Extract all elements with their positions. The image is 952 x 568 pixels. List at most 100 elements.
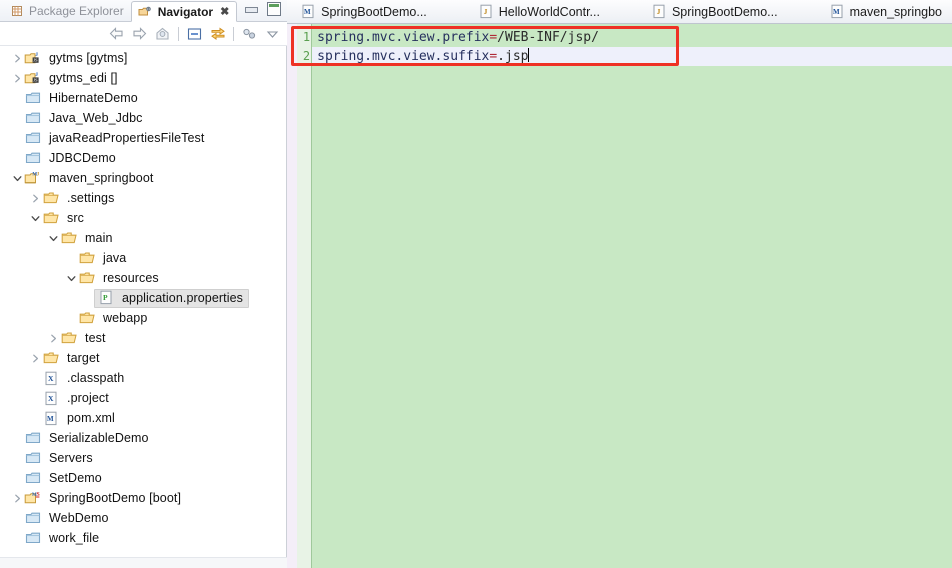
chevron-right-icon[interactable] bbox=[10, 68, 24, 88]
package-explorer-icon bbox=[10, 3, 23, 19]
tree-row-java[interactable]: java bbox=[0, 248, 286, 268]
tree-row-test[interactable]: test bbox=[0, 328, 286, 348]
tree-row-gytms-edi[interactable]: J JS gytms_edi [] bbox=[0, 68, 286, 88]
xml-file-icon: X bbox=[42, 370, 59, 386]
folder-icon bbox=[60, 230, 77, 246]
editor-tabbar: M SpringBootDemo... J HelloWorldContr... J Sp… bbox=[287, 0, 952, 24]
svg-text:J: J bbox=[657, 7, 661, 16]
tree-row-springbootdemo-boot[interactable]: M S SpringBootDemo [boot] bbox=[0, 488, 286, 508]
back-icon[interactable] bbox=[106, 24, 127, 43]
chevron-right-icon[interactable] bbox=[28, 348, 42, 368]
minimize-button[interactable] bbox=[244, 2, 259, 16]
twisty-placeholder bbox=[10, 108, 24, 128]
tree-item-content: J JS gytms [gytms] bbox=[24, 50, 127, 66]
tree-item-label: SetDemo bbox=[49, 471, 102, 485]
tree-item-content: main bbox=[60, 230, 113, 246]
tree-row-serializabledemo[interactable]: SerializableDemo bbox=[0, 428, 286, 448]
tree-horizontal-scrollbar[interactable] bbox=[0, 557, 288, 568]
tree-item-label: .settings bbox=[67, 191, 115, 205]
tree-item-label: java bbox=[103, 251, 127, 265]
editor-tab-2[interactable]: J SpringBootDemo... bbox=[644, 0, 788, 23]
chevron-right-icon[interactable] bbox=[10, 488, 24, 508]
tree-row-work-file[interactable]: work_file bbox=[0, 528, 286, 548]
tree-item-label: SpringBootDemo [boot] bbox=[49, 491, 182, 505]
twisty-placeholder bbox=[28, 368, 42, 388]
view-tab-navigator[interactable]: Navigator ✖ bbox=[130, 1, 238, 22]
text-caret bbox=[528, 48, 530, 62]
tree-item-label: Servers bbox=[49, 451, 93, 465]
twisty-placeholder bbox=[10, 468, 24, 488]
twisty-placeholder bbox=[64, 308, 78, 328]
chevron-down-icon[interactable] bbox=[262, 24, 283, 43]
twisty-placeholder bbox=[10, 528, 24, 548]
chevron-down-icon[interactable] bbox=[28, 208, 42, 228]
editor-tab-0[interactable]: M SpringBootDemo... bbox=[293, 0, 437, 23]
view-menu-icon[interactable] bbox=[239, 24, 260, 43]
tree-row-webapp[interactable]: webapp bbox=[0, 308, 286, 328]
tree-item-label: JDBCDemo bbox=[49, 151, 116, 165]
tree-row-project[interactable]: X .project bbox=[0, 388, 286, 408]
chevron-down-icon[interactable] bbox=[46, 228, 60, 248]
twisty-placeholder bbox=[10, 508, 24, 528]
tree-row-application-properties[interactable]: Papplication.properties bbox=[0, 288, 286, 308]
code-line-1[interactable]: spring.mvc.view.prefix=/WEB-INF/jsp/ bbox=[312, 28, 952, 47]
editor-body[interactable]: 12 spring.mvc.view.prefix=/WEB-INF/jsp/s… bbox=[287, 24, 952, 568]
code-text-area[interactable]: spring.mvc.view.prefix=/WEB-INF/jsp/spri… bbox=[312, 24, 952, 568]
folder-icon bbox=[60, 330, 77, 346]
code-line-2[interactable]: spring.mvc.view.suffix=.jsp bbox=[312, 47, 952, 66]
chevron-down-icon[interactable] bbox=[64, 268, 78, 288]
chevron-right-icon[interactable] bbox=[10, 48, 24, 68]
svg-text:J: J bbox=[483, 7, 487, 16]
editor-marker-gutter[interactable] bbox=[287, 24, 298, 568]
folder-icon bbox=[42, 210, 59, 226]
spring-project-icon: MS bbox=[24, 490, 41, 506]
tree-row-jdbcdemo[interactable]: JDBCDemo bbox=[0, 148, 286, 168]
tree-row-main[interactable]: main bbox=[0, 228, 286, 248]
home-icon[interactable] bbox=[152, 24, 173, 43]
tree-item-content: Servers bbox=[24, 450, 93, 466]
editor-tab-3[interactable]: Mmaven_springbo bbox=[822, 0, 952, 23]
link-with-editor-icon[interactable] bbox=[207, 24, 228, 43]
tree-row-javareadpropertiesfiletest[interactable]: javaReadPropertiesFileTest bbox=[0, 128, 286, 148]
tree-item-content: src bbox=[42, 210, 84, 226]
view-tab-package-explorer[interactable]: Package Explorer bbox=[4, 0, 131, 21]
chevron-down-icon[interactable] bbox=[10, 168, 24, 188]
tree-row-servers[interactable]: Servers bbox=[0, 448, 286, 468]
tree-row-settings[interactable]: .settings bbox=[0, 188, 286, 208]
tree-item-content: test bbox=[60, 330, 106, 346]
tree-row-hibernatedemo[interactable]: HibernateDemo bbox=[0, 88, 286, 108]
tree-row-java-web-jdbc[interactable]: Java_Web_Jdbc bbox=[0, 108, 286, 128]
forward-icon[interactable] bbox=[129, 24, 150, 43]
tree-item-label: resources bbox=[103, 271, 159, 285]
closed-project-icon bbox=[24, 130, 41, 146]
svg-text:J: J bbox=[37, 172, 40, 177]
chevron-right-icon[interactable] bbox=[28, 188, 42, 208]
tree-item-content: resources bbox=[78, 270, 159, 286]
view-window-buttons bbox=[244, 2, 282, 16]
tree-row-pom-xml[interactable]: Mpom.xml bbox=[0, 408, 286, 428]
tree-row-target[interactable]: target bbox=[0, 348, 286, 368]
tree-item-content: work_file bbox=[24, 530, 99, 546]
tree-row-setdemo[interactable]: SetDemo bbox=[0, 468, 286, 488]
tree-item-label: .classpath bbox=[67, 371, 125, 385]
tree-row-resources[interactable]: resources bbox=[0, 268, 286, 288]
close-icon[interactable]: ✖ bbox=[220, 5, 229, 18]
tree-row-classpath[interactable]: X .classpath bbox=[0, 368, 286, 388]
tree-row-src[interactable]: src bbox=[0, 208, 286, 228]
closed-project-icon bbox=[24, 90, 41, 106]
tree-item-label: main bbox=[85, 231, 113, 245]
maximize-button[interactable] bbox=[267, 2, 282, 16]
tree-item-label: test bbox=[85, 331, 106, 345]
editor-tab-1[interactable]: J HelloWorldContr... bbox=[471, 0, 610, 23]
tree-row-webdemo[interactable]: WebDemo bbox=[0, 508, 286, 528]
closed-project-icon bbox=[24, 530, 41, 546]
chevron-right-icon[interactable] bbox=[46, 328, 60, 348]
svg-text:M: M bbox=[304, 8, 311, 16]
navigator-icon bbox=[138, 4, 152, 20]
toolbar-separator bbox=[233, 26, 235, 41]
twisty-placeholder bbox=[10, 428, 24, 448]
tree-row-gytms-gytms[interactable]: J JS gytms [gytms] bbox=[0, 48, 286, 68]
tree-row-maven-springboot[interactable]: M J maven_springboot bbox=[0, 168, 286, 188]
navigator-tree[interactable]: J JS gytms [gytms] J JS gytms_edi [] Hibernate… bbox=[0, 46, 288, 557]
collapse-all-icon[interactable] bbox=[184, 24, 205, 43]
